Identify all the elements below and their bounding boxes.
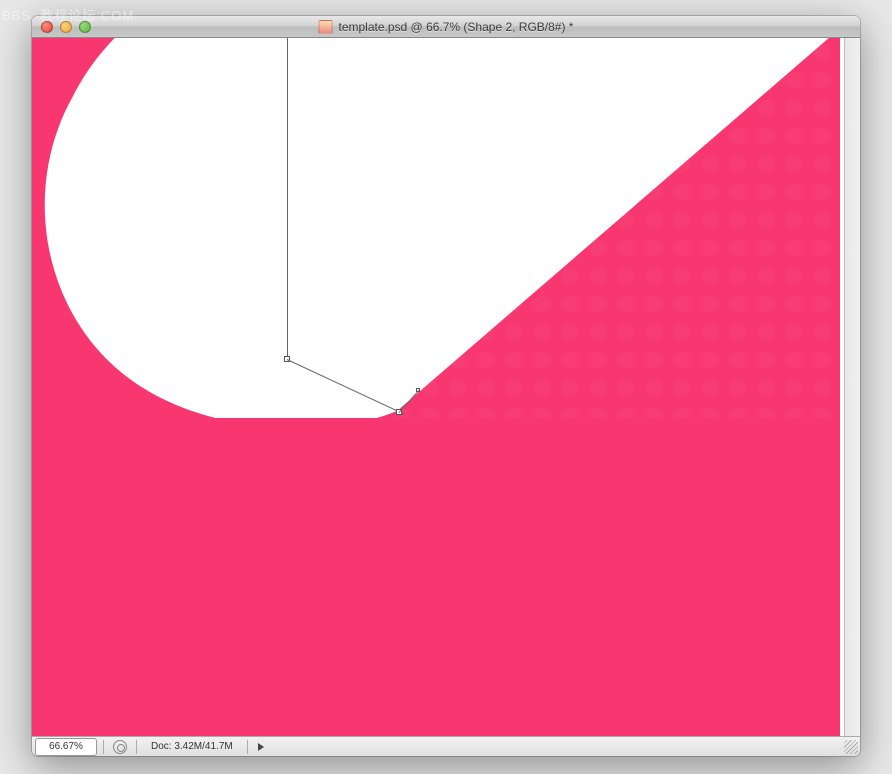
status-bar: 66.67% Doc: 3.42M/41.7M [32, 736, 860, 756]
document-title: template.psd @ 66.7% (Shape 2, RGB/8#) * [339, 20, 574, 34]
shape-layer [32, 38, 852, 418]
document-size-info: Doc: 3.42M/41.7M [143, 741, 241, 752]
canvas-content [32, 38, 860, 736]
status-menu-arrow-icon[interactable] [258, 743, 264, 751]
document-window: template.psd @ 66.7% (Shape 2, RGB/8#) * [32, 16, 860, 756]
status-info-icon[interactable] [113, 740, 127, 754]
zoom-level-input[interactable]: 66.67% [35, 738, 97, 756]
resize-grip-icon[interactable] [844, 740, 858, 754]
window-titlebar[interactable]: template.psd @ 66.7% (Shape 2, RGB/8#) * [32, 16, 860, 38]
canvas-area[interactable] [32, 38, 860, 736]
window-title: template.psd @ 66.7% (Shape 2, RGB/8#) * [319, 20, 574, 34]
photoshop-file-icon [319, 20, 333, 34]
watermark-text: BBS. 教程论坛 COM [2, 5, 134, 24]
vertical-scrollbar[interactable] [844, 38, 860, 736]
path-segment [287, 38, 288, 358]
